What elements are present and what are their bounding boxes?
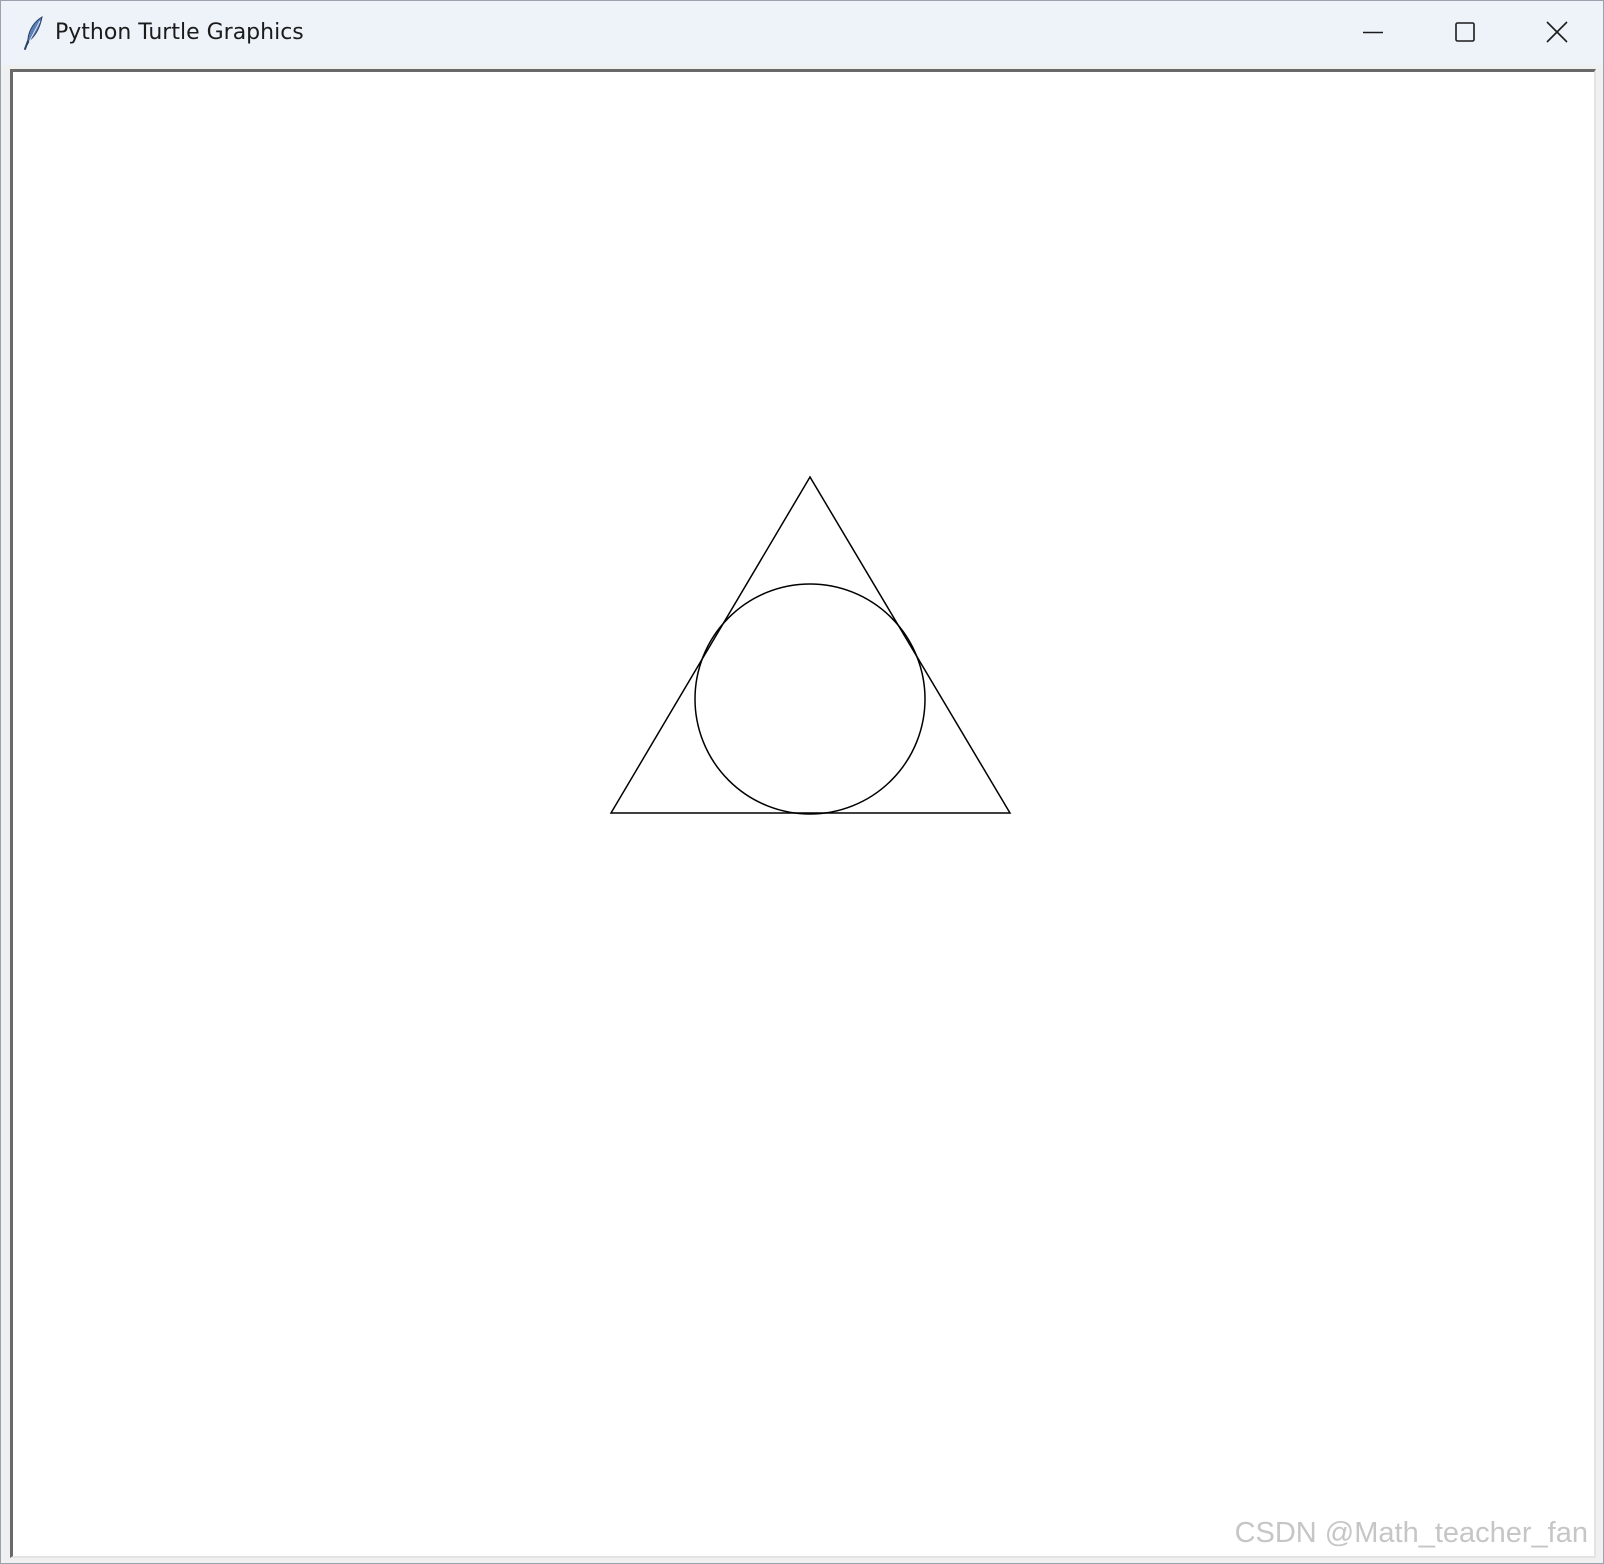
close-icon (1545, 20, 1569, 44)
feather-icon (21, 15, 47, 51)
window-title: Python Turtle Graphics (55, 20, 304, 45)
title-bar[interactable]: Python Turtle Graphics (1, 1, 1603, 65)
turtle-window: Python Turtle Graphics CSDN @Math_teache… (0, 0, 1604, 1564)
turtle-canvas[interactable]: CSDN @Math_teacher_fan (10, 69, 1596, 1558)
minimize-icon (1361, 20, 1385, 44)
maximize-icon (1453, 20, 1477, 44)
close-button[interactable] (1511, 1, 1603, 63)
triangle-shape (609, 475, 1012, 814)
drawing-area (609, 475, 1012, 815)
minimize-button[interactable] (1327, 1, 1419, 63)
watermark-text: CSDN @Math_teacher_fan (1234, 1517, 1588, 1549)
inscribed-circle (694, 583, 926, 815)
maximize-button[interactable] (1419, 1, 1511, 63)
